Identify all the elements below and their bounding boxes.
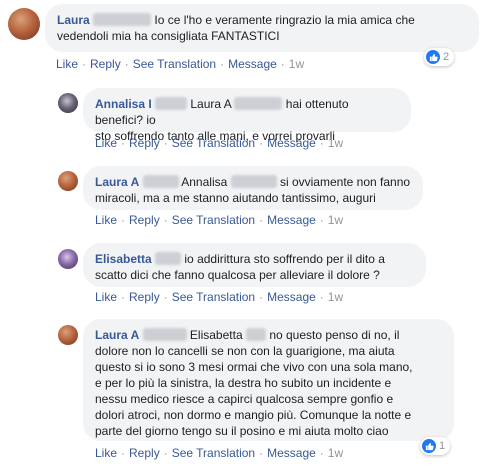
- separator: ·: [124, 57, 129, 71]
- redacted-surname: [93, 13, 152, 26]
- comment-text: no questo penso di no, il: [269, 328, 400, 342]
- separator: ·: [121, 446, 126, 460]
- separator: ·: [280, 57, 285, 71]
- reply-link[interactable]: Reply: [90, 57, 121, 71]
- avatar[interactable]: [8, 8, 40, 40]
- comment-actions: Like · Reply · See Translation · Message · 1w: [95, 213, 343, 227]
- separator: ·: [319, 213, 324, 227]
- timestamp[interactable]: 1w: [328, 136, 343, 150]
- like-link[interactable]: Like: [56, 57, 78, 71]
- reaction-number: 2: [443, 51, 450, 63]
- separator: ·: [121, 213, 126, 227]
- comment-bubble: Laura A Annalisa si ovviamente non fanno…: [83, 166, 423, 210]
- reaction-count[interactable]: 2: [424, 48, 455, 66]
- comment-text: e per lo più la sinistra, la destra ho s…: [95, 376, 392, 390]
- comment-actions: Like · Reply · See Translation · Message · 1w: [56, 57, 304, 71]
- comment-actions: Like · Reply · See Translation · Message · 1w: [95, 136, 343, 150]
- redacted-surname: [155, 97, 188, 110]
- timestamp[interactable]: 1w: [328, 290, 343, 304]
- comment-text: dolore non lo cancelli se non con la gua…: [95, 344, 395, 358]
- separator: ·: [163, 136, 168, 150]
- message-link[interactable]: Message: [228, 57, 277, 71]
- reaction-count[interactable]: 1: [420, 437, 451, 455]
- message-link[interactable]: Message: [267, 446, 316, 460]
- redacted-surname: [155, 252, 182, 265]
- see-translation-link[interactable]: See Translation: [172, 446, 255, 460]
- mention[interactable]: Laura A: [190, 97, 231, 111]
- comment-bubble: Laura A Elisabetta no questo penso di no…: [83, 319, 454, 441]
- comment-text: nessu medico riesce a capirci qualcosa s…: [95, 392, 394, 406]
- reply-link[interactable]: Reply: [129, 213, 160, 227]
- author-name[interactable]: Laura A: [95, 175, 139, 189]
- reply-link[interactable]: Reply: [129, 290, 160, 304]
- comment-text: scatto dici che fanno qualcosa per allev…: [95, 268, 380, 282]
- redacted-surname: [142, 328, 187, 341]
- thumbs-up-icon: [422, 439, 436, 453]
- comment-actions: Like · Reply · See Translation · Message · 1w: [95, 446, 343, 460]
- avatar[interactable]: [58, 171, 78, 191]
- see-translation-link[interactable]: See Translation: [172, 213, 255, 227]
- timestamp[interactable]: 1w: [328, 446, 343, 460]
- separator: ·: [259, 290, 264, 304]
- separator: ·: [259, 213, 264, 227]
- separator: ·: [319, 446, 324, 460]
- author-name[interactable]: Laura: [57, 13, 90, 27]
- like-link[interactable]: Like: [95, 446, 117, 460]
- author-name[interactable]: Elisabetta: [95, 252, 152, 266]
- redacted-surname: [245, 328, 266, 341]
- separator: ·: [163, 446, 168, 460]
- comment-bubble: Elisabetta io addirittura sto soffrendo …: [83, 243, 426, 287]
- comment-bubble: Laura Io ce l'ho e veramente ringrazio l…: [45, 4, 479, 52]
- reaction-number: 1: [439, 440, 446, 452]
- message-link[interactable]: Message: [267, 136, 316, 150]
- comment-text: io addirittura sto soffrendo per il dito…: [184, 252, 385, 266]
- like-link[interactable]: Like: [95, 213, 117, 227]
- message-link[interactable]: Message: [267, 213, 316, 227]
- comment-text: si ovviamente non fanno: [279, 175, 411, 189]
- redacted-surname: [230, 175, 277, 188]
- mention[interactable]: Annalisa: [181, 175, 227, 189]
- redacted-surname: [142, 175, 179, 188]
- mention[interactable]: Elisabetta: [190, 328, 243, 342]
- thumbs-up-icon: [426, 50, 440, 64]
- message-link[interactable]: Message: [267, 290, 316, 304]
- separator: ·: [319, 290, 324, 304]
- see-translation-link[interactable]: See Translation: [133, 57, 216, 71]
- separator: ·: [163, 290, 168, 304]
- separator: ·: [259, 136, 264, 150]
- comment-text: parte del giorno tengo su il posino e mi…: [95, 424, 389, 438]
- see-translation-link[interactable]: See Translation: [172, 136, 255, 150]
- author-name[interactable]: Annalisa I: [95, 97, 152, 111]
- comment-actions: Like · Reply · See Translation · Message · 1w: [95, 290, 343, 304]
- comment-text: dolori atroci, non dormo e mangio più. C…: [95, 408, 412, 422]
- like-link[interactable]: Like: [95, 290, 117, 304]
- separator: ·: [82, 57, 87, 71]
- separator: ·: [121, 136, 126, 150]
- timestamp[interactable]: 1w: [289, 57, 304, 71]
- separator: ·: [259, 446, 264, 460]
- reply-link[interactable]: Reply: [129, 446, 160, 460]
- avatar[interactable]: [58, 249, 78, 269]
- timestamp[interactable]: 1w: [328, 213, 343, 227]
- redacted-surname: [234, 97, 283, 110]
- comment-text: Io ce l'ho e veramente ringrazio la mia …: [154, 13, 415, 27]
- see-translation-link[interactable]: See Translation: [172, 290, 255, 304]
- like-link[interactable]: Like: [95, 136, 117, 150]
- reply-link[interactable]: Reply: [129, 136, 160, 150]
- avatar[interactable]: [58, 93, 78, 113]
- separator: ·: [163, 213, 168, 227]
- separator: ·: [121, 290, 126, 304]
- comment-bubble: Annalisa I Laura A hai ottenuto benefici…: [83, 88, 411, 143]
- separator: ·: [319, 136, 324, 150]
- comment-text: miracoli, ma a me stanno aiutando tantis…: [95, 191, 376, 205]
- comment-text: vedendoli mia ha consigliata FANTASTICI: [57, 29, 280, 43]
- author-name[interactable]: Laura A: [95, 328, 139, 342]
- avatar[interactable]: [58, 325, 78, 345]
- comment-text: questo si io sono 3 mesi ormai che vivo …: [95, 360, 413, 374]
- separator: ·: [220, 57, 225, 71]
